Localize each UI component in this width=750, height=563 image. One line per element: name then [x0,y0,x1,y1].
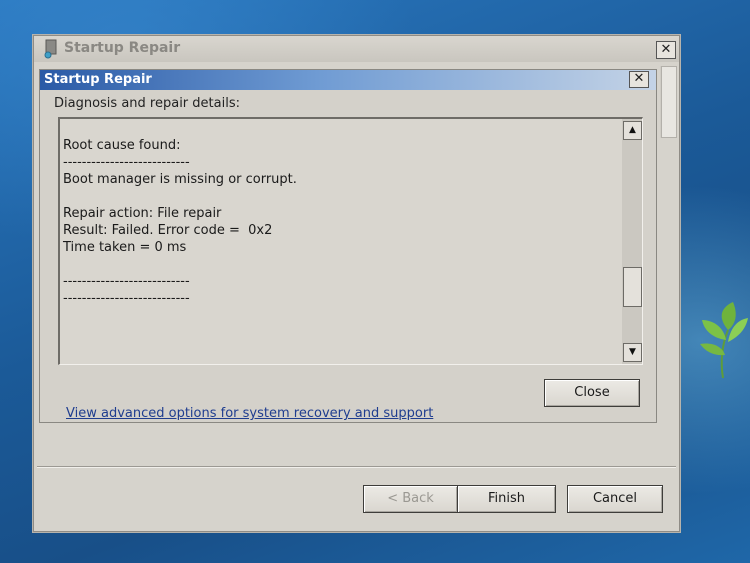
dialog-close-icon[interactable]: ✕ [629,71,649,88]
details-line: --------------------------- [63,274,190,289]
window-title: Startup Repair [64,40,181,56]
window-scrollbar-thumb[interactable] [661,66,677,138]
startup-repair-window: Startup Repair ✕ Startup Repair ✕ Diagno… [33,35,680,532]
dialog-title-bar: Startup Repair ✕ [40,70,656,90]
details-scrollbar[interactable]: ▲ ▼ [622,119,642,364]
dialog-title: Startup Repair [44,72,152,87]
details-line: Time taken = 0 ms [63,240,187,255]
details-label: Diagnosis and repair details: [54,96,240,111]
scroll-down-arrow-icon[interactable]: ▼ [623,343,642,362]
window-title-bar: Startup Repair ✕ [34,36,679,62]
close-button[interactable]: Close [544,379,640,407]
details-line: Result: Failed. Error code = 0x2 [63,223,273,238]
footer-divider [37,466,676,468]
details-line: Root cause found: [63,138,181,153]
advanced-options-link[interactable]: View advanced options for system recover… [66,406,433,421]
scroll-up-arrow-icon[interactable]: ▲ [623,121,642,140]
details-text: Root cause found: ----------------------… [63,137,613,307]
window-scrollbar[interactable] [660,66,677,138]
details-line: --------------------------- [63,155,190,170]
startup-repair-app-icon [44,39,57,59]
details-line: Boot manager is missing or corrupt. [63,172,297,187]
details-scrollbar-thumb[interactable] [623,267,642,307]
windows-leaf-icon [700,302,748,379]
window-close-button[interactable]: ✕ [656,41,676,59]
details-line: Repair action: File repair [63,206,222,221]
back-button[interactable]: < Back [363,485,458,513]
details-text-area[interactable]: Root cause found: ----------------------… [58,117,643,365]
details-line: --------------------------- [63,291,190,306]
finish-button[interactable]: Finish [457,485,556,513]
cancel-button[interactable]: Cancel [567,485,663,513]
repair-details-dialog: Startup Repair ✕ Diagnosis and repair de… [39,69,657,423]
